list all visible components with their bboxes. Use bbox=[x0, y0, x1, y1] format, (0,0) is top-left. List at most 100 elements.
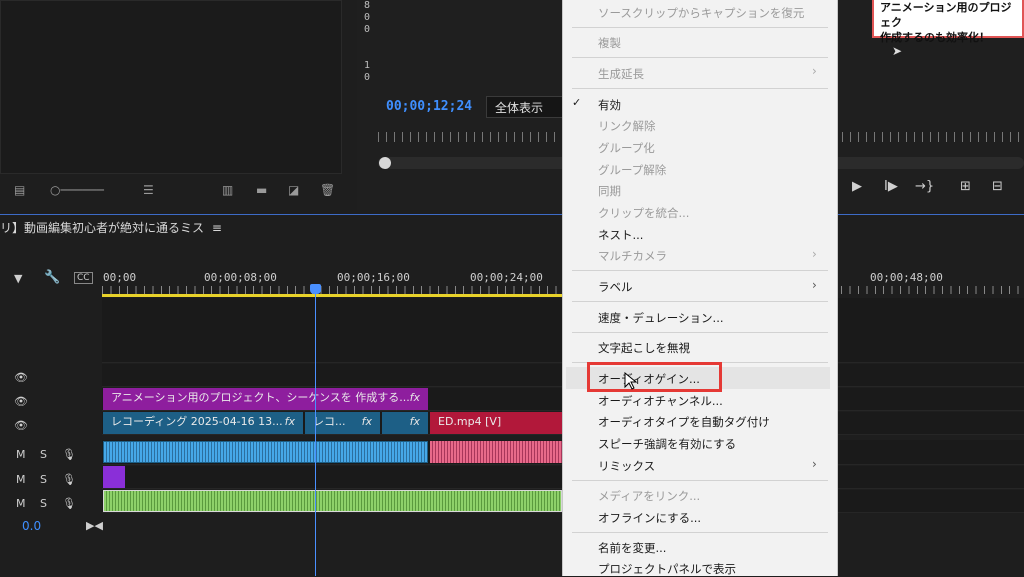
solo-button[interactable]: S bbox=[40, 448, 47, 461]
fx-badge: fx bbox=[284, 415, 295, 428]
audio-clip-waveform[interactable] bbox=[430, 441, 562, 463]
audio-track-header: M S 🎙 bbox=[0, 469, 100, 491]
ruler-label: 00;00;08;00 bbox=[204, 271, 277, 284]
track-header: 👁 bbox=[0, 391, 100, 413]
audio-level-value[interactable]: 0.0 bbox=[22, 519, 41, 533]
ruler-label: 00;00;16;00 bbox=[337, 271, 410, 284]
work-area-bar[interactable] bbox=[102, 294, 562, 297]
eye-icon[interactable]: 👁 bbox=[14, 419, 28, 432]
trash-icon[interactable]: 🗑 bbox=[320, 184, 335, 196]
submenu-arrow-icon: › bbox=[812, 64, 817, 78]
extract-icon[interactable]: ⊟ bbox=[992, 179, 1003, 194]
menu-item-nest[interactable]: ネスト... bbox=[598, 227, 643, 243]
menu-item-rename[interactable]: 名前を変更... bbox=[598, 540, 666, 556]
mic-icon[interactable]: 🎙 bbox=[62, 497, 76, 510]
ruler-label: 00;00 bbox=[103, 271, 137, 284]
ruler-digit: 0 bbox=[364, 24, 371, 35]
new-bin-icon[interactable]: ▬ bbox=[256, 184, 267, 196]
video-clip[interactable]: fx bbox=[382, 412, 428, 434]
audio-clip-bgm[interactable] bbox=[103, 490, 562, 512]
play-icon[interactable]: ▶ bbox=[852, 179, 862, 194]
clip-name: ED.mp4 [V] bbox=[438, 415, 502, 428]
clip-name: レコ... bbox=[313, 415, 346, 428]
menu-separator bbox=[572, 480, 828, 481]
sort-icon[interactable]: ☰ bbox=[143, 184, 154, 196]
zoom-slider-icon[interactable]: ○────── bbox=[50, 184, 104, 196]
mouse-cursor-icon bbox=[624, 372, 638, 390]
step-forward-icon[interactable]: I▶ bbox=[884, 179, 898, 194]
menu-item-reveal-in-project[interactable]: プロジェクトパネルで表示 bbox=[598, 561, 736, 577]
list-view-icon[interactable]: ▤ bbox=[14, 184, 25, 196]
clip-name: アニメーション用のプロジェクト、シーケンスを 作成する... bbox=[111, 391, 410, 404]
mute-button[interactable]: M bbox=[16, 448, 26, 461]
menu-separator bbox=[572, 270, 828, 271]
menu-separator bbox=[572, 88, 828, 89]
menu-item-duplicate[interactable]: 複製 bbox=[598, 35, 621, 51]
fx-badge: fx bbox=[361, 415, 372, 428]
fx-badge: fx bbox=[409, 391, 420, 404]
new-item-icon[interactable]: ◪ bbox=[288, 184, 299, 196]
audio-clip-waveform[interactable] bbox=[103, 441, 428, 463]
menu-item-enabled[interactable]: 有効 bbox=[598, 97, 621, 113]
menu-item-synchronize[interactable]: 同期 bbox=[598, 183, 621, 199]
panel-menu-icon[interactable]: ≡ bbox=[212, 221, 222, 235]
menu-item-make-offline[interactable]: オフラインにする... bbox=[598, 510, 701, 526]
tooltip-box: アニメーション用のプロジェク 作成するのも効率化！ bbox=[872, 0, 1024, 44]
sequence-title[interactable]: リ】動画編集初心者が絶対に通るミス ≡ bbox=[0, 219, 222, 236]
menu-item-ignore-transcript[interactable]: 文字起こしを無視 bbox=[598, 340, 690, 356]
mute-button[interactable]: M bbox=[16, 473, 26, 486]
menu-item-link-media[interactable]: メディアをリンク... bbox=[598, 488, 700, 504]
eye-icon[interactable]: 👁 bbox=[14, 371, 28, 384]
menu-separator bbox=[572, 532, 828, 533]
menu-item-ungroup[interactable]: グループ解除 bbox=[598, 162, 666, 178]
menu-item-group[interactable]: グループ化 bbox=[598, 140, 655, 156]
audio-track-header: M S 🎙 bbox=[0, 444, 100, 466]
video-clip-ed[interactable]: ED.mp4 [V] bbox=[430, 412, 562, 434]
automate-icon[interactable]: ▥ bbox=[222, 184, 233, 196]
mute-button[interactable]: M bbox=[16, 497, 26, 510]
video-clip[interactable]: レコーディング 2025-04-16 13... fx bbox=[103, 412, 303, 434]
playhead-line[interactable] bbox=[315, 290, 316, 576]
menu-item-multicam[interactable]: マルチカメラ bbox=[598, 248, 667, 264]
audio-meter-icon[interactable]: ▶◀ bbox=[86, 519, 103, 532]
audio-track-header: M S 🎙 bbox=[0, 493, 100, 515]
menu-item-generative-extend[interactable]: 生成延長 bbox=[598, 66, 644, 82]
mic-icon[interactable]: 🎙 bbox=[62, 448, 76, 461]
menu-item-unlink[interactable]: リンク解除 bbox=[598, 118, 656, 134]
captions-icon[interactable]: CC bbox=[74, 272, 93, 284]
audio-clip-small[interactable] bbox=[103, 466, 125, 488]
track-header: 👁 bbox=[0, 415, 100, 437]
menu-item-speed-duration[interactable]: 速度・デュレーション... bbox=[598, 310, 724, 326]
menu-separator bbox=[572, 332, 828, 333]
marker-icon[interactable]: ▼ bbox=[14, 272, 22, 285]
tooltip-line: アニメーション用のプロジェク bbox=[880, 1, 1012, 29]
ruler-label: 00;00;48;00 bbox=[870, 271, 943, 284]
ruler-digit: 8 bbox=[364, 0, 371, 11]
menu-item-enhance-speech[interactable]: スピーチ強調を有効にする bbox=[598, 436, 736, 452]
video-clip[interactable]: レコ... fx bbox=[305, 412, 380, 434]
menu-item-restore-captions[interactable]: ソースクリップからキャプションを復元 bbox=[598, 5, 804, 21]
menu-separator bbox=[572, 57, 828, 58]
mic-icon[interactable]: 🎙 bbox=[62, 473, 76, 486]
checkmark-icon: ✓ bbox=[572, 96, 582, 109]
solo-button[interactable]: S bbox=[40, 497, 47, 510]
program-scrollbar-handle[interactable] bbox=[379, 157, 391, 169]
title-clip[interactable]: アニメーション用のプロジェクト、シーケンスを 作成する... fx bbox=[103, 388, 428, 410]
menu-item-audio-channels[interactable]: オーディオチャンネル... bbox=[598, 393, 723, 409]
go-to-out-icon[interactable]: →} bbox=[915, 179, 934, 194]
project-panel bbox=[0, 0, 342, 174]
clip-name: レコーディング 2025-04-16 13... bbox=[111, 415, 283, 428]
solo-button[interactable]: S bbox=[40, 473, 47, 486]
menu-item-merge-clips[interactable]: クリップを統合... bbox=[598, 205, 689, 221]
menu-item-remix[interactable]: リミックス bbox=[598, 458, 655, 474]
eye-icon[interactable]: 👁 bbox=[14, 395, 28, 408]
menu-item-auto-tag-audio[interactable]: オーディオタイプを自動タグ付け bbox=[598, 414, 770, 430]
project-toolbar: ▤ ○────── ☰ ▥ ▬ ◪ 🗑 bbox=[0, 176, 345, 204]
submenu-arrow-icon: › bbox=[812, 278, 817, 292]
menu-item-label[interactable]: ラベル bbox=[598, 279, 633, 295]
lift-icon[interactable]: ⊞ bbox=[960, 179, 971, 194]
highlight-box bbox=[587, 362, 722, 392]
ruler-label: 00;00;24;00 bbox=[470, 271, 543, 284]
wrench-icon[interactable]: 🔧 bbox=[44, 270, 60, 285]
program-timecode[interactable]: 00;00;12;24 bbox=[386, 99, 472, 114]
